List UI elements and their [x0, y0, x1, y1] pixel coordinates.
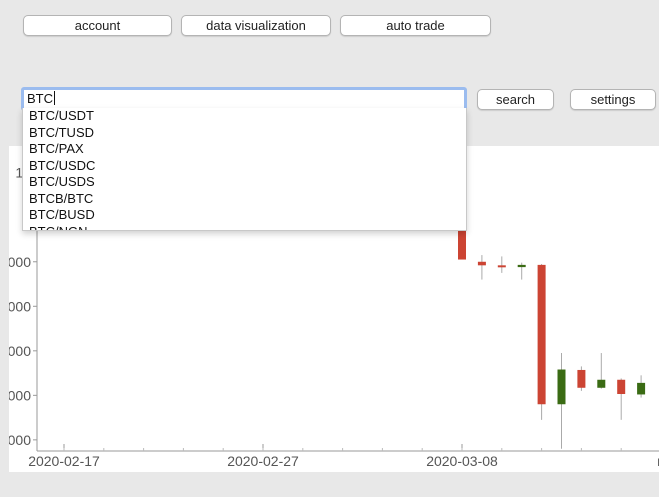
dropdown-item[interactable]: BTC/USDT	[23, 108, 466, 125]
candle-body	[477, 261, 486, 266]
x-tick-label: 2020-02-17	[28, 453, 100, 469]
candle-body	[497, 265, 506, 268]
data-visualization-button[interactable]: data visualization	[181, 15, 331, 36]
x-tick-label: 2020-02-27	[227, 453, 299, 469]
candle-body	[617, 379, 626, 395]
dropdown-item[interactable]: BTC/USDS	[23, 174, 466, 191]
autocomplete-dropdown[interactable]: BTC/USDT BTC/TUSD BTC/PAX BTC/USDC BTC/USDS B…	[22, 108, 467, 231]
dropdown-item[interactable]: BTC/NGN	[23, 224, 466, 231]
candle-body	[458, 230, 466, 260]
dropdown-item[interactable]: BTC/TUSD	[23, 125, 466, 142]
candle-body	[637, 382, 646, 395]
account-button[interactable]: account	[23, 15, 172, 36]
y-tick-label: 4000	[9, 432, 31, 448]
y-tick-label: 8000	[9, 254, 31, 270]
search-input-value: BTC	[27, 91, 53, 106]
text-caret	[54, 91, 55, 105]
candle-body	[577, 369, 586, 388]
y-tick-label: 5000	[9, 387, 31, 403]
settings-button[interactable]: settings	[570, 89, 656, 110]
candle-body	[597, 379, 606, 388]
x-tick-label: 2020-03-08	[426, 453, 498, 469]
auto-trade-button[interactable]: auto trade	[340, 15, 491, 36]
dropdown-item[interactable]: BTC/BUSD	[23, 207, 466, 224]
candle-body	[537, 264, 546, 405]
candle-body	[557, 369, 566, 405]
y-tick-label: 7000	[9, 298, 31, 314]
dropdown-item[interactable]: BTC/USDC	[23, 158, 466, 175]
candle-body	[517, 264, 526, 268]
dropdown-item[interactable]: BTCB/BTC	[23, 191, 466, 208]
dropdown-item[interactable]: BTC/PAX	[23, 141, 466, 158]
y-tick-label: 6000	[9, 343, 31, 359]
search-button[interactable]: search	[477, 89, 554, 110]
